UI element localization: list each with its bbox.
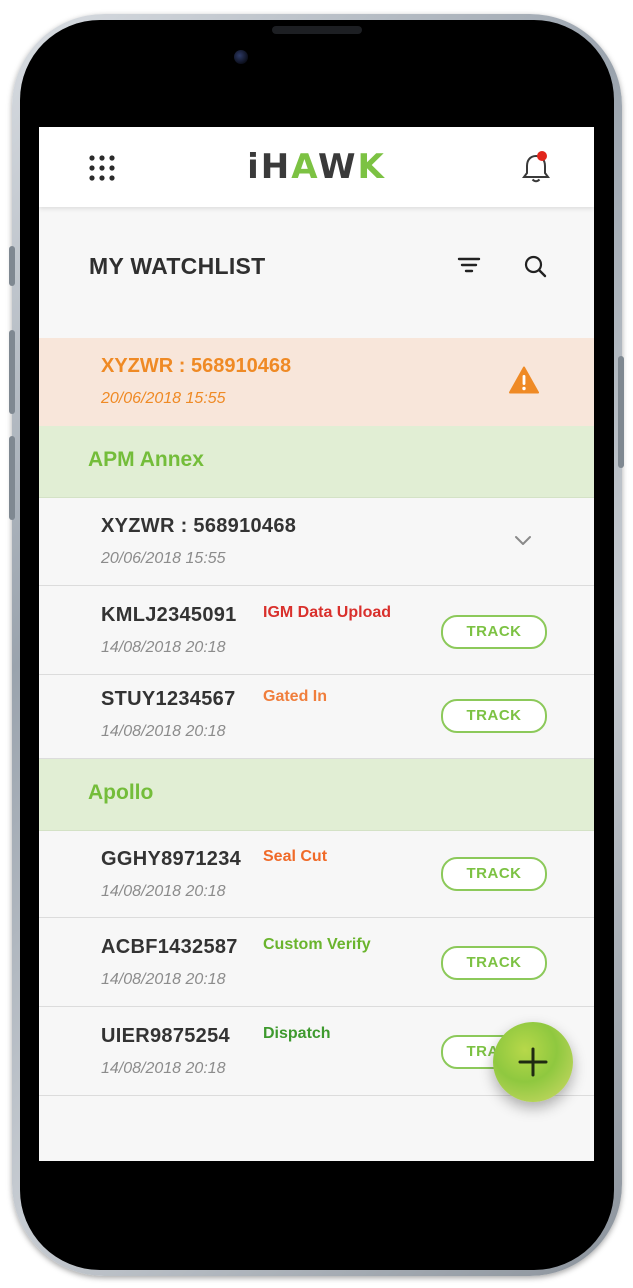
app-header: iHAWK [39, 127, 594, 207]
item-timestamp: 14/08/2018 20:18 [101, 639, 226, 656]
item-timestamp: 14/08/2018 20:18 [101, 1060, 226, 1077]
item-status: Seal Cut [263, 848, 328, 865]
container-id: XYZWR : 568910468 [101, 515, 297, 537]
item-timestamp: 20/06/2018 15:55 [101, 550, 226, 567]
list-item[interactable]: ACBF1432587 Custom Verify 14/08/2018 20:… [39, 918, 594, 1007]
list-item[interactable]: GGHY8971234 Seal Cut 14/08/2018 20:18 TR… [39, 831, 594, 918]
filter-icon[interactable] [457, 253, 483, 279]
add-button[interactable] [493, 1022, 573, 1102]
track-button[interactable]: TRACK [441, 946, 547, 980]
container-id: GGHY8971234 [101, 848, 242, 870]
list-item[interactable]: XYZWR : 568910468 20/06/2018 15:55 [39, 498, 594, 586]
container-id: ACBF1432587 [101, 936, 238, 958]
item-status: Custom Verify [263, 936, 371, 953]
phone-speaker [272, 26, 362, 34]
camera-icon [234, 50, 248, 64]
item-timestamp: 14/08/2018 20:18 [101, 883, 226, 900]
page-title: MY WATCHLIST [89, 253, 266, 279]
alert-container-id: XYZWR : 568910468 [101, 355, 292, 377]
list-item[interactable]: KMLJ2345091 IGM Data Upload 14/08/2018 2… [39, 586, 594, 675]
group-label: Apollo [88, 781, 154, 804]
notification-dot [537, 151, 547, 161]
group-header-apm-annex[interactable]: APM Annex [39, 426, 594, 498]
logo-text-k: K [357, 147, 386, 187]
track-button[interactable]: TRACK [441, 699, 547, 733]
alert-item[interactable]: XYZWR : 568910468 20/06/2018 15:55 [39, 338, 594, 427]
item-timestamp: 14/08/2018 20:18 [101, 723, 226, 740]
phone-power-button [618, 356, 624, 468]
container-id: KMLJ2345091 [101, 604, 237, 626]
group-header-apollo[interactable]: Apollo [39, 759, 594, 831]
group-label: APM Annex [88, 448, 204, 471]
item-status: Dispatch [263, 1025, 331, 1042]
logo-text-ih: iH [247, 147, 292, 187]
phone-volume-down-button [9, 436, 15, 520]
alert-timestamp: 20/06/2018 15:55 [101, 390, 226, 407]
phone-side-button [9, 246, 15, 286]
app-screen: iHAWK MY WATCHLIST XYZWR : 568910468 20/… [39, 127, 594, 1161]
logo-text-w: W [318, 147, 358, 187]
app-logo: iHAWK [39, 147, 594, 187]
track-button[interactable]: TRACK [441, 615, 547, 649]
track-button[interactable]: TRACK [441, 857, 547, 891]
container-id: UIER9875254 [101, 1025, 230, 1047]
chevron-down-icon[interactable] [513, 534, 533, 548]
item-status: IGM Data Upload [263, 604, 392, 621]
item-status: Gated In [263, 688, 328, 705]
list-item[interactable]: STUY1234567 Gated In 14/08/2018 20:18 TR… [39, 675, 594, 759]
plus-icon [518, 1047, 548, 1077]
warning-triangle-icon [509, 366, 539, 394]
search-icon[interactable] [523, 254, 549, 280]
container-id: STUY1234567 [101, 688, 236, 710]
logo-text-a: A [291, 147, 319, 187]
item-timestamp: 14/08/2018 20:18 [101, 971, 226, 988]
phone-volume-up-button [9, 330, 15, 414]
